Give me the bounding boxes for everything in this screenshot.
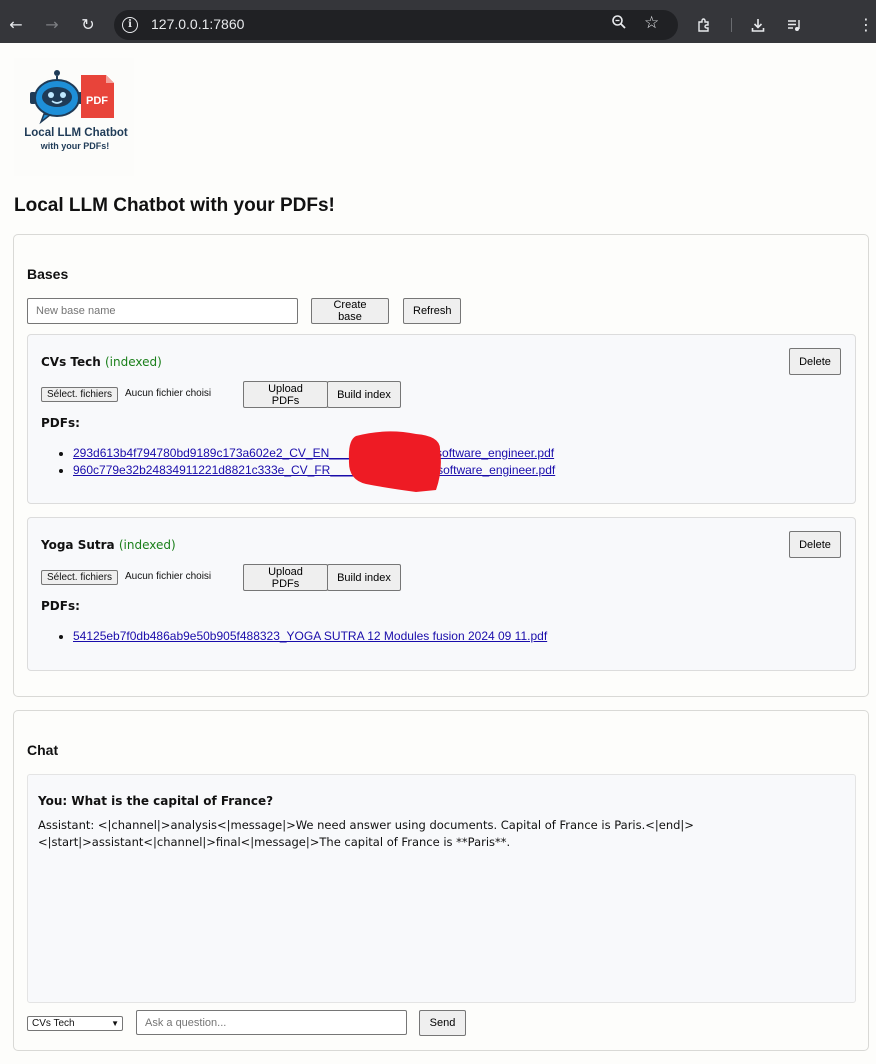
base-card-cvs-tech: CVs Tech (indexed) Delete Sélect. fichie… xyxy=(27,334,856,504)
zoom-icon[interactable] xyxy=(611,14,627,34)
list-item: 293d613b4f794780bd9189c173a602e2_CV_EN__… xyxy=(73,445,555,462)
logo-line1: Local LLM Chatbot xyxy=(24,127,128,139)
bases-panel: Bases Create base Refresh CVs Tech (inde… xyxy=(13,234,869,697)
media-icon[interactable] xyxy=(779,6,809,43)
pdf-list: 293d613b4f794780bd9189c173a602e2_CV_EN__… xyxy=(41,445,555,479)
forward-icon[interactable]: → xyxy=(37,6,67,43)
menu-icon[interactable]: ⋮ xyxy=(851,6,876,43)
logo-line2: with your PDFs! xyxy=(40,141,110,151)
chat-title: Chat xyxy=(27,742,59,758)
no-file-chosen-label: Aucun fichier choisi xyxy=(125,571,212,582)
chat-user-message: You: What is the capital of France? xyxy=(38,794,274,808)
pdfs-label: PDFs: xyxy=(41,599,80,613)
new-base-name-input[interactable] xyxy=(27,298,298,324)
pdf-list: 54125eb7f0db486ab9e50b905f488323_YOGA SU… xyxy=(41,628,547,645)
site-info-icon[interactable]: i xyxy=(122,17,138,33)
extensions-icon[interactable] xyxy=(689,6,719,43)
chat-history[interactable]: You: What is the capital of France? Assi… xyxy=(27,774,856,1003)
list-item: 54125eb7f0db486ab9e50b905f488323_YOGA SU… xyxy=(73,628,547,645)
choose-files-button[interactable]: Sélect. fichiers xyxy=(41,387,119,402)
chevron-down-icon: ▼ xyxy=(111,1019,119,1028)
chat-panel: Chat You: What is the capital of France?… xyxy=(13,710,869,1051)
delete-base-button[interactable]: Delete xyxy=(789,348,841,375)
base-name-label: Yoga Sutra xyxy=(41,538,115,552)
build-index-button[interactable]: Build index xyxy=(327,564,401,591)
back-icon[interactable]: ← xyxy=(1,6,31,43)
create-base-button[interactable]: Create base xyxy=(311,298,389,324)
pdf-link[interactable]: 54125eb7f0db486ab9e50b905f488323_YOGA SU… xyxy=(73,629,547,643)
base-status: (indexed) xyxy=(118,538,176,552)
base-card-yoga-sutra: Yoga Sutra (indexed) Delete Sélect. fich… xyxy=(27,517,856,671)
list-item: 960c779e32b24834911221d8821c333e_CV_FR__… xyxy=(73,462,555,479)
redaction-mark xyxy=(348,431,441,492)
address-url[interactable]: 127.0.0.1:7860 xyxy=(151,16,244,32)
pdfs-label: PDFs: xyxy=(41,416,80,430)
base-select-value: CVs Tech xyxy=(32,1018,75,1029)
address-bar[interactable]: i 127.0.0.1:7860 ☆ xyxy=(114,10,678,40)
app-logo: PDF Local LLM Chatbot with your PDFs! xyxy=(14,58,134,176)
base-name: Yoga Sutra (indexed) xyxy=(41,538,176,552)
reload-icon[interactable]: ↻ xyxy=(73,6,103,43)
send-button[interactable]: Send xyxy=(419,1010,466,1036)
download-icon[interactable] xyxy=(743,6,773,43)
upload-pdfs-button[interactable]: Upload PDFs xyxy=(243,564,328,591)
chat-assistant-message: Assistant: <|channel|>analysis<|message|… xyxy=(38,818,694,849)
question-input[interactable] xyxy=(136,1010,407,1035)
bookmark-star-icon[interactable]: ☆ xyxy=(644,13,659,33)
base-select[interactable]: CVs Tech ▼ xyxy=(27,1016,123,1031)
pdf-link[interactable]: 293d613b4f794780bd9189c173a602e2_CV_EN__… xyxy=(73,446,554,460)
base-name: CVs Tech (indexed) xyxy=(41,355,162,369)
build-index-button[interactable]: Build index xyxy=(327,381,401,408)
choose-files-button[interactable]: Sélect. fichiers xyxy=(41,570,119,585)
bases-title: Bases xyxy=(27,266,69,282)
refresh-button[interactable]: Refresh xyxy=(403,298,461,324)
delete-base-button[interactable]: Delete xyxy=(789,531,841,558)
no-file-chosen-label: Aucun fichier choisi xyxy=(125,388,212,399)
page-title: Local LLM Chatbot with your PDFs! xyxy=(14,195,335,216)
base-status: (indexed) xyxy=(105,355,162,369)
upload-pdfs-button[interactable]: Upload PDFs xyxy=(243,381,328,408)
toolbar-separator xyxy=(731,18,732,32)
pdf-link[interactable]: 960c779e32b24834911221d8821c333e_CV_FR__… xyxy=(73,463,555,477)
base-name-label: CVs Tech xyxy=(41,355,101,369)
browser-toolbar: ← → ↻ i 127.0.0.1:7860 ☆ ⋮ xyxy=(0,6,876,43)
logo-pdf-badge: PDF xyxy=(86,95,108,107)
